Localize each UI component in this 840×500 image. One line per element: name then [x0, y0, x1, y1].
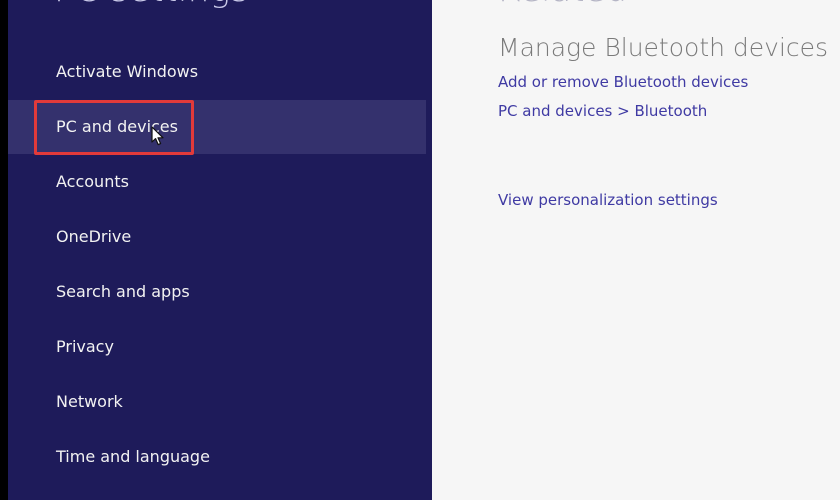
sidebar-item-network[interactable]: Network [8, 375, 426, 429]
sidebar-item-accounts[interactable]: Accounts [8, 155, 426, 209]
add-remove-bluetooth-link[interactable]: Add or remove Bluetooth devices [498, 73, 748, 91]
sidebar-item-privacy[interactable]: Privacy [8, 320, 426, 374]
sidebar-item-label: PC and devices [56, 117, 178, 136]
sidebar-item-label: Time and language [56, 447, 210, 466]
sidebar-item-label: Network [56, 392, 123, 411]
sidebar-item-search-and-apps[interactable]: Search and apps [8, 265, 426, 319]
sidebar-item-label: Accounts [56, 172, 129, 191]
sidebar-item-time-and-language[interactable]: Time and language [8, 430, 426, 484]
pc-devices-bluetooth-link[interactable]: PC and devices > Bluetooth [498, 102, 707, 120]
sidebar-item-label: Activate Windows [56, 62, 199, 81]
content-title: Related [498, 0, 627, 10]
sidebar-item-pc-and-devices[interactable]: PC and devices [8, 100, 426, 154]
sidebar-item-label: Privacy [56, 337, 114, 356]
settings-sidebar: PC settings Activate Windows PC and devi… [8, 0, 432, 500]
sidebar-item-onedrive[interactable]: OneDrive [8, 210, 426, 264]
view-personalization-link[interactable]: View personalization settings [498, 191, 718, 209]
sidebar-item-label: OneDrive [56, 227, 132, 246]
screen: PC settings Activate Windows PC and devi… [0, 0, 840, 500]
sidebar-item-activate-windows[interactable]: Activate Windows [8, 45, 426, 99]
sidebar-title: PC settings [54, 0, 249, 10]
section-heading: Manage Bluetooth devices [498, 33, 829, 62]
sidebar-item-label: Search and apps [56, 282, 190, 301]
settings-content-panel: Related Manage Bluetooth devices Add or … [432, 0, 840, 500]
